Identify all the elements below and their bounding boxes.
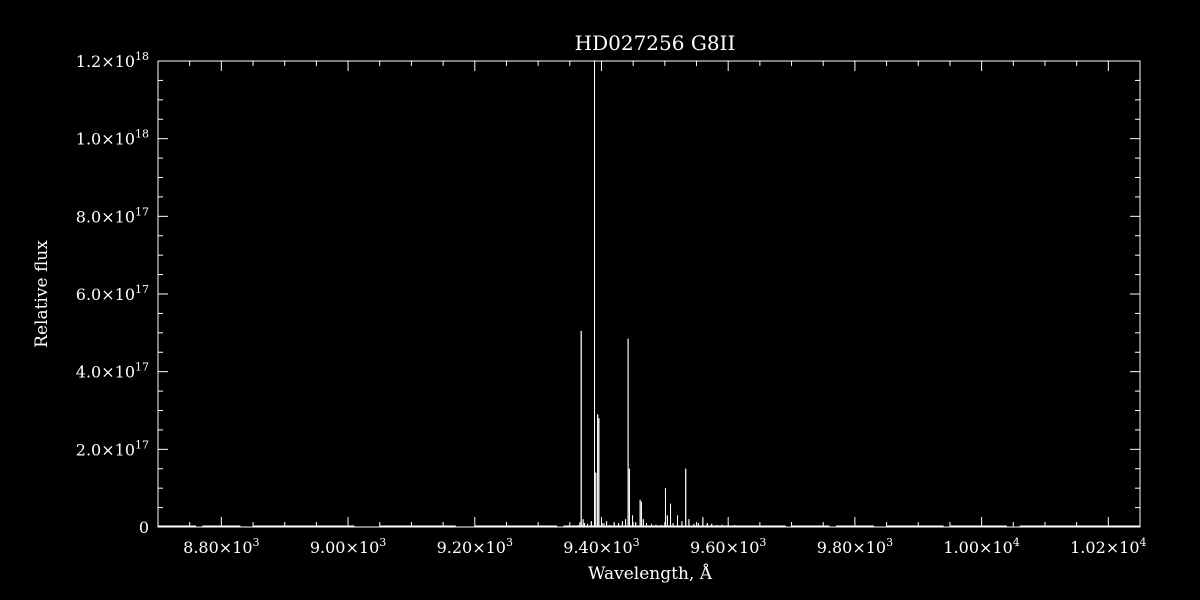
x-tick-label: 9.00×103 [310, 536, 386, 557]
x-tick-label: 9.40×103 [563, 536, 639, 557]
x-tick-label: 9.20×103 [437, 536, 513, 557]
chart-background [0, 0, 1200, 600]
spectrum-chart: HD027256 G8II 8.80×103 9.00×103 9.20×103 9.… [0, 0, 1200, 600]
x-tick-label: 1.00×104 [943, 536, 1019, 557]
y-tick-label: 0 [139, 518, 149, 537]
x-tick-label: 9.80×103 [817, 536, 893, 557]
x-axis-label: Wavelength, Å [588, 563, 713, 584]
x-tick-label: 9.60×103 [690, 536, 766, 557]
chart-title: HD027256 G8II [575, 31, 736, 55]
x-tick-label: 8.80×103 [183, 536, 259, 557]
y-axis-label: Relative flux [32, 240, 52, 348]
x-tick-label: 1.02×104 [1070, 536, 1146, 557]
